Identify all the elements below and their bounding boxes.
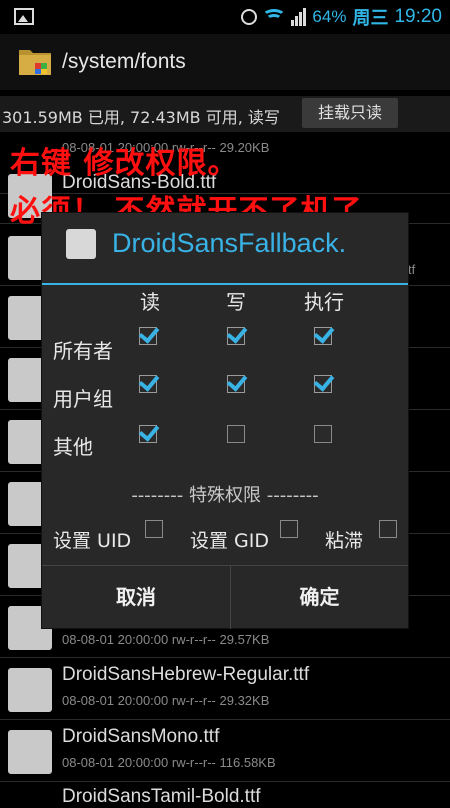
file-meta: 08-08-01 20:00:00 rw-r--r-- 116.58KB bbox=[62, 755, 276, 770]
weekday: 周三 bbox=[352, 8, 389, 29]
file-meta: 08-08-01 20:00:00 rw-r--r-- 29.32KB bbox=[62, 693, 270, 708]
special-permissions-header: -------- 特殊权限 -------- bbox=[131, 485, 319, 506]
wifi-icon bbox=[262, 9, 287, 25]
column-write: 写 bbox=[226, 290, 246, 314]
dialog-title: DroidSansFallback. bbox=[112, 228, 347, 258]
owner-execute-checkbox[interactable] bbox=[314, 327, 332, 345]
annotation-line-1: 右键 修改权限。 bbox=[10, 146, 239, 181]
set-uid-label: 设置 UID bbox=[53, 530, 132, 552]
image-icon bbox=[14, 8, 34, 25]
row-owner-label: 所有者 bbox=[53, 339, 113, 363]
dialog-checkbox[interactable] bbox=[66, 229, 96, 259]
file-row[interactable]: DroidSansTamil-Bold.ttf bbox=[0, 782, 450, 807]
set-gid-checkbox[interactable] bbox=[280, 520, 298, 538]
row-group-label: 用户组 bbox=[53, 387, 113, 411]
battery-level: 64% bbox=[312, 7, 347, 26]
storage-info: 301.59MB 已用, 72.43MB 可用, 读写 bbox=[2, 108, 280, 127]
ok-button[interactable]: 确定 bbox=[231, 566, 408, 629]
file-name: DroidSansTamil-Bold.ttf bbox=[62, 786, 261, 807]
file-icon bbox=[8, 730, 52, 774]
file-name: DroidSansHebrew-Regular.ttf bbox=[62, 664, 310, 685]
set-uid-checkbox[interactable] bbox=[145, 520, 163, 538]
cancel-button[interactable]: 取消 bbox=[42, 566, 230, 629]
column-read: 读 bbox=[140, 290, 160, 314]
clock: 19:20 bbox=[394, 6, 442, 27]
file-row[interactable]: DroidSansHebrew-Regular.ttf 08-08-01 20:… bbox=[0, 658, 450, 720]
column-execute: 执行 bbox=[304, 290, 344, 314]
other-write-checkbox[interactable] bbox=[227, 425, 245, 443]
other-execute-checkbox[interactable] bbox=[314, 425, 332, 443]
set-gid-label: 设置 GID bbox=[190, 530, 269, 552]
owner-write-checkbox[interactable] bbox=[227, 327, 245, 345]
row-other-label: 其他 bbox=[53, 435, 93, 459]
dialog-button-bar: 取消 确定 bbox=[42, 565, 408, 629]
permissions-dialog: DroidSansFallback. 读 写 执行 所有者 用户组 其他 ---… bbox=[42, 213, 408, 629]
other-read-checkbox[interactable] bbox=[139, 425, 157, 443]
owner-read-checkbox[interactable] bbox=[139, 327, 157, 345]
group-write-checkbox[interactable] bbox=[227, 375, 245, 393]
sticky-checkbox[interactable] bbox=[379, 520, 397, 538]
dialog-divider bbox=[42, 283, 408, 285]
file-meta: tf bbox=[408, 262, 416, 277]
mount-readonly-button[interactable]: 挂载只读 bbox=[302, 98, 398, 128]
sticky-label: 粘滞 bbox=[325, 530, 364, 552]
status-bar: 64% 周三 19:20 bbox=[0, 0, 450, 34]
file-meta: 08-08-01 20:00:00 rw-r--r-- 29.57KB bbox=[62, 632, 270, 647]
dialog-header: DroidSansFallback. bbox=[42, 213, 408, 285]
folder-icon[interactable] bbox=[18, 44, 52, 78]
group-execute-checkbox[interactable] bbox=[314, 375, 332, 393]
file-name: DroidSansMono.ttf bbox=[62, 726, 220, 747]
status-right: 64% 周三 19:20 bbox=[241, 5, 442, 29]
current-path: /system/fonts bbox=[62, 50, 186, 73]
group-read-checkbox[interactable] bbox=[139, 375, 157, 393]
signal-icon bbox=[291, 8, 307, 26]
file-icon bbox=[8, 668, 52, 712]
file-row[interactable]: DroidSansMono.ttf 08-08-01 20:00:00 rw-r… bbox=[0, 720, 450, 782]
alarm-icon bbox=[241, 9, 258, 25]
